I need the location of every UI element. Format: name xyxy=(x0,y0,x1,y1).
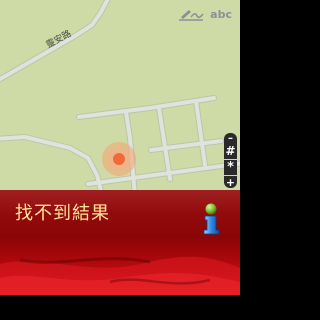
handwriting-pen-icon xyxy=(179,10,204,21)
search-result-panel: 找不到結果 xyxy=(0,190,240,295)
map-canvas[interactable]: 靈安路 xyxy=(0,0,240,190)
info-button[interactable] xyxy=(199,203,225,235)
location-marker-core xyxy=(113,153,125,165)
phone-screen: 靈安路 abc – # * + 找不到結果 xyxy=(0,0,240,320)
hash-key-button[interactable]: # xyxy=(224,143,237,159)
no-results-message: 找不到結果 xyxy=(15,203,110,224)
current-location-marker-icon[interactable] xyxy=(102,142,136,176)
star-key-button[interactable]: * xyxy=(224,160,237,175)
zoom-in-button[interactable]: + xyxy=(224,176,237,189)
info-icon xyxy=(203,203,220,235)
zoom-control: – # * + xyxy=(224,133,237,189)
zoom-out-button[interactable]: – xyxy=(224,133,237,144)
input-mode-indicator: abc xyxy=(210,8,232,21)
status-indicators: abc xyxy=(177,8,232,22)
map-view[interactable]: 靈安路 abc – # * + xyxy=(0,0,240,190)
soft-key-bar xyxy=(0,295,240,320)
